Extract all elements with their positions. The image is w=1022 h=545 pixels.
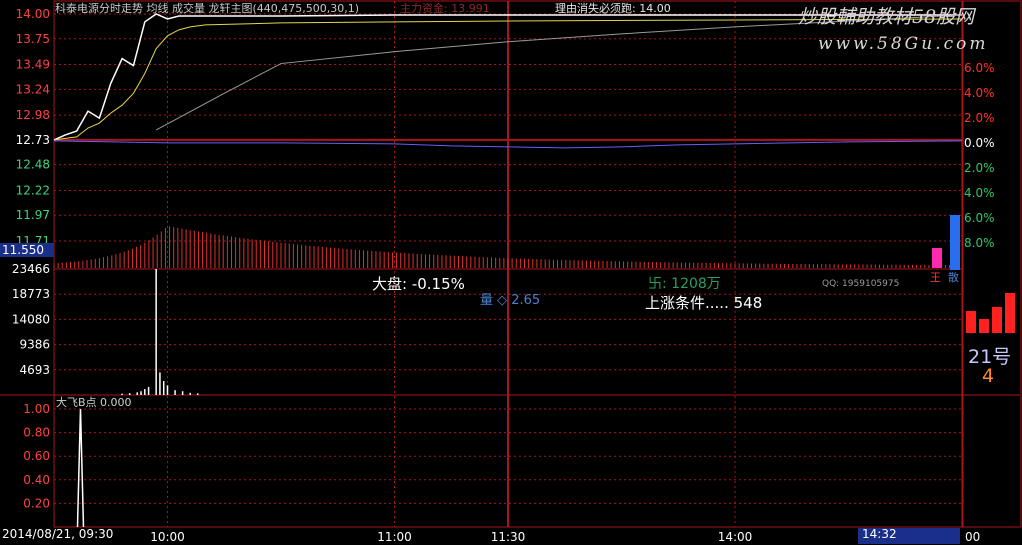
right-panel-bar bbox=[1005, 293, 1015, 333]
right-panel-frame bbox=[962, 0, 1022, 528]
time-tick-label: 10:00 bbox=[150, 530, 185, 544]
san-label: 散 bbox=[948, 271, 959, 284]
percent-tick-label: 6.0% bbox=[964, 61, 995, 75]
percent-tick-label: 8.0% bbox=[964, 236, 995, 250]
dafei-spike bbox=[76, 408, 85, 528]
percent-tick-label: 4.0% bbox=[964, 86, 995, 100]
percent-tick-label: 4.0% bbox=[964, 186, 995, 200]
main-funds-label: 主力资金: 13.991 bbox=[400, 2, 490, 15]
volume-tick-label: 18773 bbox=[12, 287, 50, 301]
dafei-tick-label: 0.80 bbox=[23, 426, 50, 440]
volume-ratio: 量 ◇ 2.65 bbox=[480, 293, 541, 308]
watermark-title: 炒股輔助教材58股网 bbox=[798, 6, 975, 28]
chart-title: 科泰电源分时走势 均线 成交量 龙轩主图(440,475,500,30,1) bbox=[55, 2, 360, 15]
price-tick-label: 13.24 bbox=[16, 82, 50, 96]
dafei-tick-label: 0.40 bbox=[23, 473, 50, 487]
price-marker-label: 11.550 bbox=[2, 243, 44, 257]
price-tick-label: 13.49 bbox=[16, 58, 50, 72]
intraday-chart-window: 14.00 13.75 13.49 13.24 12.98 12.73 12.48 12.22… bbox=[0, 0, 1022, 545]
right-panel-bar bbox=[966, 311, 976, 333]
percent-tick-label: 2.0% bbox=[964, 111, 995, 125]
market-index-change: 大盘: -0.15% bbox=[372, 275, 465, 293]
right-magenta-bar bbox=[932, 248, 942, 268]
right-blue-bar bbox=[950, 215, 960, 270]
dafei-tick-label: 1.00 bbox=[23, 402, 50, 416]
chart-canvas[interactable]: 14.00 13.75 13.49 13.24 12.98 12.73 12.48 12.22… bbox=[0, 0, 1022, 545]
right-panel-bar bbox=[979, 319, 989, 333]
volume-tick-label: 9386 bbox=[19, 338, 50, 352]
net-flow-value: 卐: 1208万 bbox=[648, 276, 721, 292]
price-tick-label: 12.48 bbox=[16, 158, 50, 172]
percent-tick-label: 0.0% bbox=[964, 136, 995, 150]
cursor-time: 14:32 bbox=[862, 527, 897, 541]
time-tick-label: 11:00 bbox=[377, 530, 412, 544]
price-tick-label: 13.75 bbox=[16, 32, 50, 46]
number-4-label: 4 bbox=[982, 365, 995, 387]
price-tick-label: 14.00 bbox=[16, 7, 50, 21]
right-panel-bar bbox=[992, 307, 1002, 333]
watermark-url: www.58Gu.com bbox=[818, 34, 989, 54]
rise-condition: 上涨条件..... 548 bbox=[645, 294, 763, 312]
price-tick-label: 12.73 bbox=[16, 133, 50, 147]
dafei-tick-label: 0.20 bbox=[23, 496, 50, 510]
right-time-label: 00 bbox=[965, 530, 980, 544]
series-line-long_ma bbox=[155, 14, 963, 131]
volume-tick-label: 14080 bbox=[12, 312, 50, 326]
volume-tick-label: 23466 bbox=[12, 262, 50, 276]
volume-tick-label: 4693 bbox=[19, 363, 50, 377]
percent-tick-label: 2.0% bbox=[964, 161, 995, 175]
start-datetime: 2014/08/21, 09:30 bbox=[2, 527, 114, 541]
wang-label: 王 bbox=[930, 271, 941, 284]
price-tick-label: 12.98 bbox=[16, 108, 50, 122]
time-tick-label: 11:30 bbox=[491, 530, 526, 544]
price-tick-label: 12.22 bbox=[16, 183, 50, 197]
price-tick-label: 11.97 bbox=[16, 208, 50, 222]
time-tick-label: 14:00 bbox=[718, 530, 753, 544]
dafei-tick-label: 0.60 bbox=[23, 449, 50, 463]
qq-contact: QQ: 1959105975 bbox=[822, 279, 900, 289]
reason-label: 理由消失必须跑: 14.00 bbox=[555, 2, 671, 15]
dafei-b-label: 大飞B点 0.000 bbox=[56, 396, 132, 409]
percent-tick-label: 6.0% bbox=[964, 211, 995, 225]
